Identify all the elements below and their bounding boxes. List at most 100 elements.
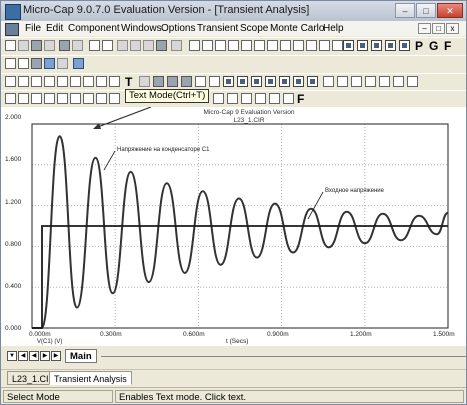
- waveform-icon[interactable]: [18, 58, 29, 69]
- arrow-3-icon[interactable]: [379, 76, 390, 87]
- view-1-icon[interactable]: [251, 76, 262, 87]
- cursor-icon[interactable]: [70, 76, 81, 87]
- minimize-button[interactable]: –: [395, 3, 415, 18]
- analysis-limits-icon[interactable]: [57, 58, 68, 69]
- menu-monte-carlo[interactable]: Monte Carlo: [270, 23, 324, 34]
- minus-icon[interactable]: [323, 76, 334, 87]
- view-3-icon[interactable]: [279, 76, 290, 87]
- arrow-5-icon[interactable]: [407, 76, 418, 87]
- view-4-icon[interactable]: [293, 76, 304, 87]
- grid-icon[interactable]: [223, 76, 234, 87]
- component-icon[interactable]: [189, 40, 200, 51]
- print-preview-icon[interactable]: [72, 40, 83, 51]
- arrow-2-icon[interactable]: [365, 76, 376, 87]
- nav-last-icon[interactable]: ▶: [51, 351, 61, 361]
- open-folder-icon[interactable]: [18, 40, 29, 51]
- copy-graph-icon[interactable]: [139, 76, 150, 87]
- tag-icon[interactable]: [213, 93, 224, 104]
- new-file-icon[interactable]: [5, 40, 16, 51]
- redo-icon[interactable]: [102, 40, 113, 51]
- layout-2-icon[interactable]: [357, 40, 368, 51]
- grid-fine-icon[interactable]: [237, 76, 248, 87]
- diagonal-icon[interactable]: [209, 76, 220, 87]
- menu-windows[interactable]: Windows: [121, 23, 162, 34]
- mdi-minimize-button[interactable]: –: [418, 23, 431, 34]
- chart-icon[interactable]: [73, 58, 84, 69]
- menu-component[interactable]: Component: [68, 23, 120, 34]
- undo-icon[interactable]: [89, 40, 100, 51]
- wire-icon[interactable]: [202, 40, 213, 51]
- zoom-fit-icon[interactable]: [269, 93, 280, 104]
- stop-icon[interactable]: [181, 76, 192, 87]
- copy-icon[interactable]: [130, 40, 141, 51]
- menu-transient[interactable]: Transient: [197, 23, 238, 34]
- line-icon[interactable]: [195, 76, 206, 87]
- pulse-icon[interactable]: [5, 58, 16, 69]
- low-icon[interactable]: [70, 93, 81, 104]
- layout-1-icon[interactable]: [343, 40, 354, 51]
- format-f-button[interactable]: F: [444, 39, 451, 53]
- layout-3-icon[interactable]: [371, 40, 382, 51]
- chip-icon[interactable]: [44, 58, 55, 69]
- valley-icon[interactable]: [96, 76, 107, 87]
- layout-4-icon[interactable]: [385, 40, 396, 51]
- nav-back-icon[interactable]: ◀: [29, 351, 39, 361]
- font-f-button[interactable]: F: [297, 92, 304, 106]
- ground-icon[interactable]: [267, 40, 278, 51]
- arrow-4-icon[interactable]: [393, 76, 404, 87]
- view-5-icon[interactable]: [307, 76, 318, 87]
- scale-y-icon[interactable]: [57, 76, 68, 87]
- view-2-icon[interactable]: [265, 76, 276, 87]
- scale-x-icon[interactable]: [44, 76, 55, 87]
- resistor-icon[interactable]: [215, 40, 226, 51]
- inflection-icon[interactable]: [83, 93, 94, 104]
- nav-prev-icon[interactable]: ◀: [18, 351, 28, 361]
- text-mode-button[interactable]: T: [125, 75, 132, 89]
- high-icon[interactable]: [57, 93, 68, 104]
- flag-icon[interactable]: [332, 40, 343, 51]
- next-simulation-icon[interactable]: [18, 93, 29, 104]
- save-icon[interactable]: [31, 40, 42, 51]
- diode-icon[interactable]: [254, 40, 265, 51]
- tag-horizontal-icon[interactable]: [227, 93, 238, 104]
- peak-search-icon[interactable]: [31, 93, 42, 104]
- grid-g-button[interactable]: G: [429, 39, 438, 53]
- zoom-out-icon[interactable]: [255, 93, 266, 104]
- paste-icon[interactable]: [143, 40, 154, 51]
- global-high-icon[interactable]: [96, 93, 107, 104]
- scale-icon[interactable]: [31, 76, 42, 87]
- mdi-close-button[interactable]: x: [446, 23, 459, 34]
- plot-tab-main[interactable]: Main: [65, 349, 97, 363]
- next-point-icon[interactable]: [5, 93, 16, 104]
- menu-scope[interactable]: Scope: [240, 23, 268, 34]
- cut-icon[interactable]: [117, 40, 128, 51]
- pause-icon[interactable]: [167, 76, 178, 87]
- capacitor-icon[interactable]: [228, 40, 239, 51]
- menu-edit[interactable]: Edit: [46, 23, 63, 34]
- zoom-in-icon[interactable]: [241, 93, 252, 104]
- select-arrow-icon[interactable]: [5, 76, 16, 87]
- global-low-icon[interactable]: [109, 93, 120, 104]
- pen-icon[interactable]: [31, 58, 42, 69]
- document-icon[interactable]: [5, 23, 19, 36]
- pointer-icon[interactable]: [18, 76, 29, 87]
- menu-options[interactable]: Options: [161, 23, 195, 34]
- print-icon[interactable]: [59, 40, 70, 51]
- close-button[interactable]: ✕: [437, 3, 463, 18]
- mdi-restore-button[interactable]: □: [432, 23, 445, 34]
- battery-icon[interactable]: [280, 40, 291, 51]
- source-icon[interactable]: [293, 40, 304, 51]
- layout-5-icon[interactable]: [399, 40, 410, 51]
- probe-p-button[interactable]: P: [415, 39, 423, 53]
- probe-icon[interactable]: [306, 40, 317, 51]
- pan-icon[interactable]: [283, 93, 294, 104]
- valley-search-icon[interactable]: [44, 93, 55, 104]
- nav-first-icon[interactable]: ▼: [7, 351, 17, 361]
- doc-tab-transient[interactable]: Transient Analysis: [49, 371, 132, 385]
- delete-icon[interactable]: [156, 40, 167, 51]
- menu-help[interactable]: Help: [323, 23, 344, 34]
- menu-file[interactable]: File: [25, 23, 41, 34]
- save-all-icon[interactable]: [44, 40, 55, 51]
- find-icon[interactable]: [171, 40, 182, 51]
- node-icon[interactable]: [319, 40, 330, 51]
